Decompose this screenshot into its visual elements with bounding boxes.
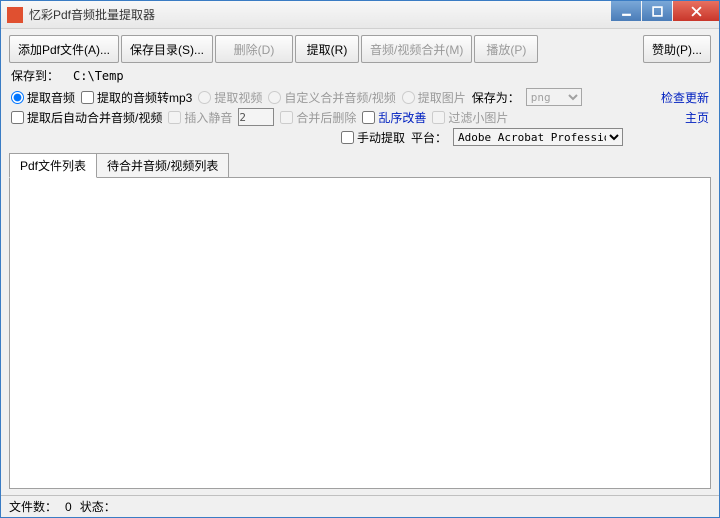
tab-merge-list[interactable]: 待合并音频/视频列表 xyxy=(96,153,229,178)
toolbar: 添加Pdf文件(A)... 保存目录(S)... 删除(D) 提取(R) 音频/… xyxy=(1,29,719,67)
app-icon xyxy=(7,7,23,23)
file-list-area[interactable] xyxy=(9,177,711,489)
check-audio-to-mp3[interactable]: 提取的音频转mp3 xyxy=(81,89,192,106)
file-count-value: 0 xyxy=(65,500,72,514)
delete-button[interactable]: 删除(D) xyxy=(215,35,293,63)
av-merge-button[interactable]: 音频/视频合并(M) xyxy=(361,35,472,63)
save-to-path: C:\Temp xyxy=(73,69,124,83)
check-auto-merge-av[interactable]: 提取后自动合并音频/视频 xyxy=(11,109,162,126)
save-to-label: 保存到： xyxy=(11,67,59,84)
radio-extract-audio[interactable]: 提取音频 xyxy=(11,89,75,106)
minimize-button[interactable] xyxy=(611,1,641,21)
app-window: 忆彩Pdf音频批量提取器 添加Pdf文件(A)... 保存目录(S)... 删除… xyxy=(0,0,720,518)
silence-spin[interactable] xyxy=(238,108,274,126)
state-label: 状态： xyxy=(80,498,116,515)
window-controls xyxy=(610,1,719,28)
check-merge-then-delete[interactable]: 合并后删除 xyxy=(280,109,356,126)
save-as-label: 保存为： xyxy=(472,89,520,106)
check-filter-small-image[interactable]: 过滤小图片 xyxy=(432,109,508,126)
check-insert-silence[interactable]: 插入静音 xyxy=(168,109,232,126)
window-title: 忆彩Pdf音频批量提取器 xyxy=(29,6,610,23)
platform-select[interactable]: Adobe Acrobat Profession xyxy=(453,128,623,146)
sponsor-button[interactable]: 赞助(P)... xyxy=(643,35,711,63)
check-update-link[interactable]: 检查更新 xyxy=(661,89,709,106)
add-pdf-button[interactable]: 添加Pdf文件(A)... xyxy=(9,35,119,63)
status-bar: 文件数： 0 状态： xyxy=(1,495,719,517)
radio-extract-video[interactable]: 提取视频 xyxy=(198,89,262,106)
check-manual-extract[interactable]: 手动提取 xyxy=(341,129,405,146)
tab-pdf-list[interactable]: Pdf文件列表 xyxy=(9,153,97,178)
options-panel: 提取音频 提取的音频转mp3 提取视频 自定义合并音频/视频 提取图片 保存为：… xyxy=(1,84,719,150)
home-link[interactable]: 主页 xyxy=(685,109,709,126)
radio-custom-merge-av[interactable]: 自定义合并音频/视频 xyxy=(268,89,395,106)
image-format-select[interactable]: png xyxy=(526,88,582,106)
radio-extract-image[interactable]: 提取图片 xyxy=(402,89,466,106)
check-random-improve[interactable]: 乱序改善 xyxy=(362,109,426,126)
tabs: Pdf文件列表 待合并音频/视频列表 xyxy=(9,153,719,178)
platform-label: 平台： xyxy=(411,129,447,146)
save-dir-button[interactable]: 保存目录(S)... xyxy=(121,35,213,63)
extract-button[interactable]: 提取(R) xyxy=(295,35,359,63)
save-path-row: 保存到： C:\Temp xyxy=(1,67,719,84)
play-button[interactable]: 播放(P) xyxy=(474,35,538,63)
file-count-label: 文件数： xyxy=(9,498,57,515)
maximize-button[interactable] xyxy=(642,1,672,21)
close-button[interactable] xyxy=(673,1,719,21)
titlebar: 忆彩Pdf音频批量提取器 xyxy=(1,1,719,29)
